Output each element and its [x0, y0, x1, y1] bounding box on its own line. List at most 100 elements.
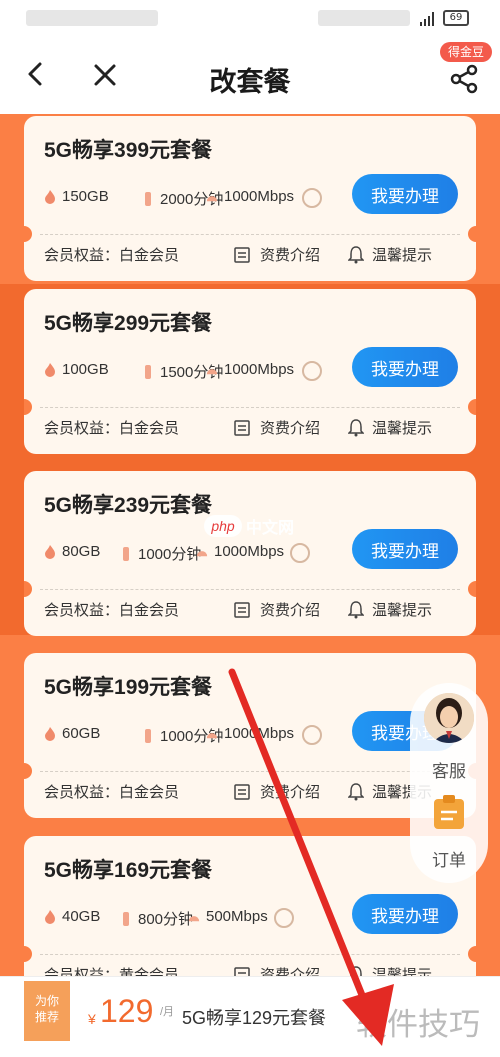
- tips-link[interactable]: 温馨提示: [348, 599, 432, 620]
- fee-intro-link[interactable]: 资费介绍: [234, 417, 320, 438]
- plan-card[interactable]: 5G畅享199元套餐 60GB 1000分钟 1000Mbps 我要办理 会员权…: [24, 653, 476, 818]
- currency-symbol: ¥: [88, 1011, 96, 1027]
- plan-minutes-amount: 800分钟: [138, 911, 194, 928]
- plan-data: 60GB: [44, 725, 100, 742]
- phone-icon: [145, 364, 151, 379]
- bell-icon: [348, 600, 364, 618]
- fee-intro-link[interactable]: 资费介绍: [234, 244, 320, 265]
- plan-speed: 1000Mbps: [196, 543, 284, 560]
- member-benefit-text: 会员权益：白金会员: [44, 784, 180, 801]
- floating-service-panel: 客服 订单: [410, 683, 488, 883]
- plan-card[interactable]: 5G畅享399元套餐 150GB 2000分钟 1000Mbps 我要办理 会员…: [24, 116, 476, 281]
- ticket-notch: [24, 226, 32, 242]
- plan-data: 150GB: [44, 188, 109, 205]
- ticket-notch: [468, 399, 476, 415]
- data-flame-icon: [45, 726, 55, 741]
- plan-title: 5G畅享169元套餐: [44, 859, 213, 882]
- ticket-notch: [24, 581, 32, 597]
- plan-title: 5G畅享239元套餐: [44, 494, 213, 517]
- plan-speed-amount: 1000Mbps: [224, 188, 295, 205]
- plan-speed-amount: 1000Mbps: [224, 725, 295, 742]
- apply-button[interactable]: 我要办理: [352, 529, 458, 569]
- recommend-tag: 为你 推荐: [24, 981, 70, 1041]
- tips-label[interactable]: 温馨提示: [372, 599, 432, 620]
- member-benefit: 会员权益：白金会员: [44, 417, 179, 438]
- plan-data: 40GB: [44, 908, 100, 925]
- fee-intro-link[interactable]: 资费介绍: [234, 599, 320, 620]
- divider: [40, 771, 460, 772]
- plan-speed: 1000Mbps: [206, 725, 294, 742]
- plan-speed-amount: 500Mbps: [206, 908, 268, 925]
- status-time-blur: [26, 10, 158, 26]
- php-watermark-text: 中文网: [246, 520, 295, 537]
- plan-radio[interactable]: [274, 908, 294, 928]
- fee-intro-label[interactable]: 资费介绍: [260, 244, 320, 265]
- coin-badge[interactable]: 得金豆: [440, 42, 492, 62]
- plan-radio[interactable]: [302, 725, 322, 745]
- speed-icon: [206, 195, 218, 201]
- plan-card[interactable]: 5G畅享239元套餐 80GB 1000分钟 1000Mbps 我要办理 会员权…: [24, 471, 476, 636]
- plan-radio[interactable]: [290, 543, 310, 563]
- fee-intro-label[interactable]: 资费介绍: [260, 781, 320, 802]
- fee-intro-label[interactable]: 资费介绍: [260, 599, 320, 620]
- plan-radio[interactable]: [302, 361, 322, 381]
- plan-data: 100GB: [44, 361, 109, 378]
- phone-icon: [123, 911, 129, 926]
- fee-intro-link[interactable]: 资费介绍: [234, 781, 320, 802]
- plan-speed: 1000Mbps: [206, 361, 294, 378]
- bell-icon: [348, 782, 364, 800]
- phone-icon: [145, 191, 151, 206]
- data-flame-icon: [45, 362, 55, 377]
- order-icon[interactable]: [432, 795, 466, 831]
- battery-icon: 69: [443, 10, 469, 26]
- status-bar: 69: [0, 0, 500, 36]
- page-title: 改套餐: [209, 67, 291, 97]
- customer-service-label[interactable]: 客服: [410, 757, 488, 782]
- price-unit: /月: [160, 1006, 175, 1018]
- speed-icon: [206, 368, 218, 374]
- speed-icon: [196, 550, 208, 556]
- tips-label[interactable]: 温馨提示: [372, 417, 432, 438]
- plan-speed-amount: 1000Mbps: [224, 361, 295, 378]
- plan-data-amount: 40GB: [62, 908, 101, 925]
- corner-watermark: 软件技巧: [356, 1007, 480, 1042]
- plan-speed: 500Mbps: [188, 908, 268, 925]
- nav-bar: 改套餐 得金豆: [0, 36, 500, 114]
- document-icon: [234, 419, 250, 436]
- tips-label[interactable]: 温馨提示: [372, 244, 432, 265]
- plan-title: 5G畅享199元套餐: [44, 676, 213, 699]
- divider: [40, 234, 460, 235]
- customer-service-avatar[interactable]: [424, 693, 474, 743]
- plan-title: 5G畅享399元套餐: [44, 139, 213, 162]
- plan-speed: 1000Mbps: [206, 188, 294, 205]
- plan-radio[interactable]: [302, 188, 322, 208]
- plan-card[interactable]: 5G畅享299元套餐 100GB 1500分钟 1000Mbps 我要办理 会员…: [24, 289, 476, 454]
- tips-link[interactable]: 温馨提示: [348, 417, 432, 438]
- plan-data-amount: 80GB: [62, 543, 101, 560]
- share-icon[interactable]: [448, 64, 480, 94]
- ticket-notch: [24, 946, 32, 962]
- ticket-notch: [468, 946, 476, 962]
- ticket-notch: [468, 581, 476, 597]
- speed-icon: [206, 732, 218, 738]
- document-icon: [234, 783, 250, 800]
- apply-button[interactable]: 我要办理: [352, 347, 458, 387]
- divider: [40, 407, 460, 408]
- ticket-notch: [24, 399, 32, 415]
- data-flame-icon: [45, 544, 55, 559]
- recommend-tag-line1: 为你: [34, 994, 59, 1008]
- apply-button[interactable]: 我要办理: [352, 894, 458, 934]
- document-icon: [234, 601, 250, 618]
- plan-data-amount: 150GB: [62, 188, 109, 205]
- bottom-recommend-bar[interactable]: 为你 推荐 ¥ 129 /月 5G畅享129元套餐 软件技巧: [0, 976, 500, 1057]
- plan-data-amount: 60GB: [62, 725, 101, 742]
- plan-title: 5G畅享299元套餐: [44, 312, 213, 335]
- tips-link[interactable]: 温馨提示: [348, 244, 432, 265]
- phone-icon: [145, 728, 151, 743]
- fee-intro-label[interactable]: 资费介绍: [260, 417, 320, 438]
- member-benefit-text: 会员权益：白金会员: [44, 247, 180, 264]
- member-benefit-text: 会员权益：白金会员: [44, 602, 180, 619]
- ticket-notch: [468, 226, 476, 242]
- order-label[interactable]: 订单: [410, 846, 488, 871]
- apply-button[interactable]: 我要办理: [352, 174, 458, 214]
